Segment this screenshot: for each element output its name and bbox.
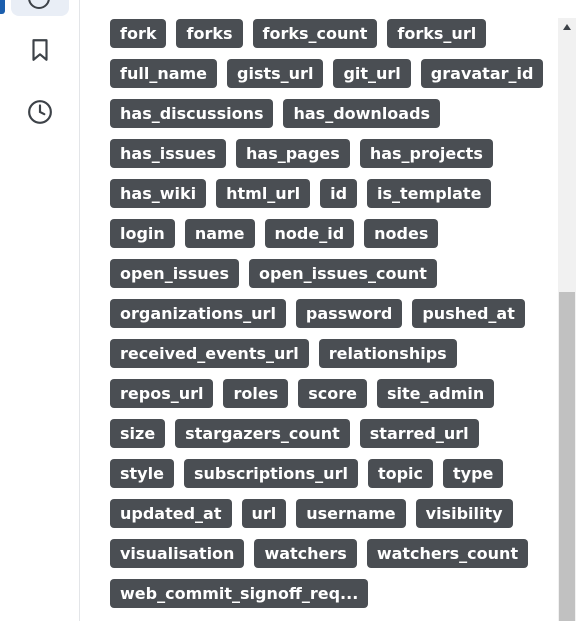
field-tag[interactable]: git_url — [333, 59, 411, 88]
field-tag[interactable]: open_issues — [110, 259, 239, 288]
field-tag[interactable]: relationships — [318, 339, 457, 368]
field-tag[interactable]: type — [443, 459, 504, 488]
vertical-scrollbar[interactable] — [558, 18, 576, 621]
scrollbar-thumb[interactable] — [559, 292, 575, 621]
field-tag[interactable]: watchers — [254, 539, 357, 568]
field-tag[interactable]: has_projects — [359, 139, 493, 168]
history-clock-icon[interactable] — [27, 99, 53, 125]
field-tag[interactable]: has_issues — [110, 139, 227, 168]
field-tag[interactable]: subscriptions_url — [183, 459, 358, 488]
field-tag[interactable]: pushed_at — [412, 299, 525, 328]
field-tag[interactable]: fork — [110, 19, 167, 48]
field-tag[interactable]: url — [241, 499, 287, 528]
active-nav-indicator — [0, 0, 5, 14]
bookmark-icon[interactable] — [27, 37, 53, 63]
field-tag[interactable]: login — [110, 219, 175, 248]
field-tag[interactable]: username — [296, 499, 406, 528]
field-tag[interactable]: forks_count — [252, 19, 378, 48]
field-tag-list: fork forks forks_count forks_url full_name gi… — [110, 19, 550, 608]
field-tag[interactable]: roles — [223, 379, 289, 408]
field-tag[interactable]: repos_url — [110, 379, 214, 408]
field-tag[interactable]: site_admin — [376, 379, 495, 408]
scroll-up-arrow-icon[interactable] — [558, 18, 576, 36]
field-tag[interactable]: nodes — [364, 219, 439, 248]
field-tag[interactable]: has_pages — [236, 139, 350, 168]
field-tag-panel: fork forks forks_count forks_url full_name gi… — [80, 0, 558, 621]
field-tag[interactable]: forks — [176, 19, 243, 48]
left-sidebar — [0, 0, 80, 621]
field-tag[interactable]: visualisation — [110, 539, 245, 568]
field-tag[interactable]: gists_url — [227, 59, 324, 88]
field-tag[interactable]: updated_at — [110, 499, 232, 528]
field-tag[interactable]: is_template — [367, 179, 492, 208]
field-tag[interactable]: topic — [367, 459, 434, 488]
field-tag[interactable]: watchers_count — [366, 539, 529, 568]
field-tag[interactable]: web_commit_signoff_req... — [110, 579, 369, 608]
field-tag[interactable]: forks_url — [387, 19, 487, 48]
field-tag[interactable]: starred_url — [359, 419, 479, 448]
field-tag[interactable]: received_events_url — [110, 339, 309, 368]
field-tag[interactable]: organizations_url — [110, 299, 286, 328]
field-tag[interactable]: open_issues_count — [248, 259, 437, 288]
field-tag[interactable]: name — [184, 219, 255, 248]
field-tag[interactable]: score — [298, 379, 367, 408]
field-tag[interactable]: id — [320, 179, 358, 208]
field-tag[interactable]: has_discussions — [110, 99, 274, 128]
field-tag[interactable]: html_url — [216, 179, 311, 208]
field-tag[interactable]: password — [295, 299, 403, 328]
field-tag[interactable]: node_id — [264, 219, 355, 248]
field-tag[interactable]: style — [110, 459, 174, 488]
field-tag[interactable]: stargazers_count — [175, 419, 350, 448]
field-tag[interactable]: visibility — [415, 499, 513, 528]
field-tag[interactable]: has_wiki — [110, 179, 207, 208]
field-tag[interactable]: full_name — [110, 59, 218, 88]
active-nav-icon[interactable] — [27, 0, 51, 10]
field-tag[interactable]: size — [110, 419, 166, 448]
field-tag[interactable]: has_downloads — [283, 99, 441, 128]
field-tag[interactable]: gravatar_id — [420, 59, 544, 88]
